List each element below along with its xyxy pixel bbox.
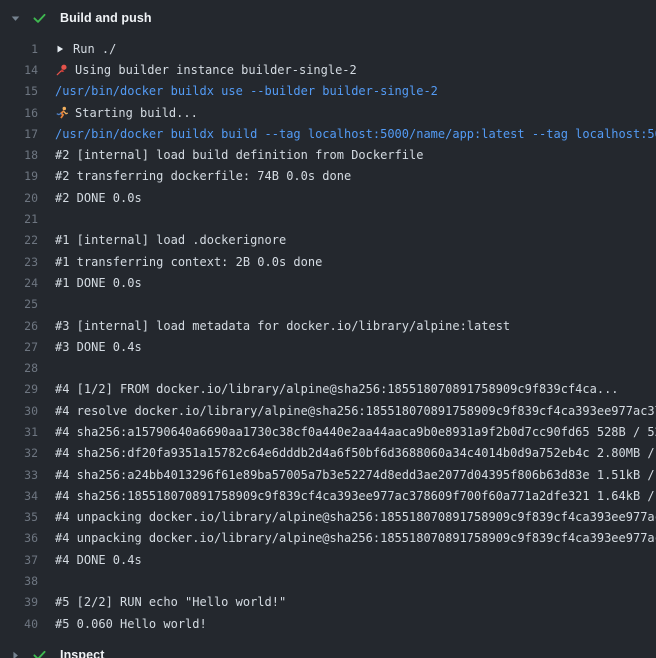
line-number-link[interactable]: 37 [12,553,38,567]
line-number-link[interactable]: 38 [12,574,38,588]
log-line: 16 Starting build... [0,102,656,123]
line-number-link[interactable]: 40 [12,617,38,631]
log-text: #2 [internal] load build definition from… [55,148,423,162]
workflow-log-viewer: Build and push 1 Run ./ 14 Using builder… [0,0,656,658]
log-text: #3 DONE 0.4s [55,340,142,354]
log-line-command: 15 /usr/bin/docker buildx use --builder … [0,81,656,102]
line-number-link[interactable]: 39 [12,595,38,609]
line-number-link[interactable]: 27 [12,340,38,354]
chevron-right-icon[interactable] [10,650,21,658]
log-line: 30 #4 resolve docker.io/library/alpine@s… [0,400,656,421]
log-line-command: 17 /usr/bin/docker buildx build --tag lo… [0,123,656,144]
log-line: 31 #4 sha256:a15790640a6690aa1730c38cf0a… [0,421,656,442]
log-text: #4 sha256:df20fa9351a15782c64e6dddb2d4a6… [55,446,656,460]
line-number-link[interactable]: 16 [12,106,38,120]
line-number-link[interactable]: 34 [12,489,38,503]
runner-icon [55,106,69,120]
log-line: 26 #3 [internal] load metadata for docke… [0,315,656,336]
log-line: 40 #5 0.060 Hello world! [0,613,656,634]
line-number-link[interactable]: 22 [12,233,38,247]
line-number-link[interactable]: 20 [12,191,38,205]
section-title: Build and push [60,11,152,25]
log-line: 35 #4 unpacking docker.io/library/alpine… [0,507,656,528]
log-text: #4 sha256:a24bb4013296f61e89ba57005a7b3e… [55,468,656,482]
log-text: #4 unpacking docker.io/library/alpine@sh… [55,510,656,524]
section-header-inspect[interactable]: Inspect [0,642,656,658]
log-line: 37 #4 DONE 0.4s [0,549,656,570]
log-text: #1 transferring context: 2B 0.0s done [55,255,322,269]
log-line: 33 #4 sha256:a24bb4013296f61e89ba57005a7… [0,464,656,485]
chevron-down-icon[interactable] [10,13,21,24]
log-line-empty: 28 [0,357,656,378]
log-line: 20 #2 DONE 0.0s [0,187,656,208]
log-line: 39 #5 [2/2] RUN echo "Hello world!" [0,592,656,613]
log-text: #4 unpacking docker.io/library/alpine@sh… [55,531,656,545]
line-number-link[interactable]: 35 [12,510,38,524]
log-text: /usr/bin/docker buildx use --builder bui… [55,84,438,98]
check-success-icon [32,11,47,26]
line-number-link[interactable]: 30 [12,404,38,418]
line-number-link[interactable]: 14 [12,63,38,77]
log-line: 19 #2 transferring dockerfile: 74B 0.0s … [0,166,656,187]
log-text: Using builder instance builder-single-2 [75,63,357,77]
line-number-link[interactable]: 28 [12,361,38,375]
line-number-link[interactable]: 19 [12,169,38,183]
line-number-link[interactable]: 15 [12,84,38,98]
log-line: 22 #1 [internal] load .dockerignore [0,230,656,251]
log-line: 18 #2 [internal] load build definition f… [0,144,656,165]
log-text: #1 DONE 0.0s [55,276,142,290]
check-success-icon [32,648,47,658]
line-number-link[interactable]: 25 [12,297,38,311]
log-line-empty: 25 [0,294,656,315]
log-text: #2 transferring dockerfile: 74B 0.0s don… [55,169,351,183]
line-number-link[interactable]: 21 [12,212,38,226]
line-number-link[interactable]: 33 [12,468,38,482]
pushpin-icon [55,63,69,77]
log-text: Starting build... [75,106,198,120]
line-number-link[interactable]: 17 [12,127,38,141]
log-text: /usr/bin/docker buildx build --tag local… [55,127,656,141]
line-number-link[interactable]: 1 [12,42,38,56]
log-line: 36 #4 unpacking docker.io/library/alpine… [0,528,656,549]
log-line-empty: 21 [0,208,656,229]
log-text: #4 DONE 0.4s [55,553,142,567]
play-caret-icon[interactable] [55,43,65,55]
log-text: #5 [2/2] RUN echo "Hello world!" [55,595,286,609]
log-text: #4 [1/2] FROM docker.io/library/alpine@s… [55,382,619,396]
log-line: 14 Using builder instance builder-single… [0,59,656,80]
line-number-link[interactable]: 18 [12,148,38,162]
log-text: #4 sha256:a15790640a6690aa1730c38cf0a440… [55,425,656,439]
log-text: #1 [internal] load .dockerignore [55,233,286,247]
log-text: #4 sha256:185518070891758909c9f839cf4ca3… [55,489,656,503]
log-text: #4 resolve docker.io/library/alpine@sha2… [55,404,656,418]
log-line: 34 #4 sha256:185518070891758909c9f839cf4… [0,485,656,506]
log-text: #3 [internal] load metadata for docker.i… [55,319,510,333]
line-number-link[interactable]: 29 [12,382,38,396]
line-number-link[interactable]: 26 [12,319,38,333]
log-text: #5 0.060 Hello world! [55,617,207,631]
log-line: 23 #1 transferring context: 2B 0.0s done [0,251,656,272]
log-line: 29 #4 [1/2] FROM docker.io/library/alpin… [0,379,656,400]
line-number-link[interactable]: 31 [12,425,38,439]
log-lines-build-and-push: 1 Run ./ 14 Using builder instance build… [0,38,656,634]
line-number-link[interactable]: 23 [12,255,38,269]
line-number-link[interactable]: 24 [12,276,38,290]
log-text: Run ./ [73,42,116,56]
log-line: 27 #3 DONE 0.4s [0,336,656,357]
log-text: #2 DONE 0.0s [55,191,142,205]
section-title: Inspect [60,648,104,658]
section-header-build-and-push[interactable]: Build and push [0,5,656,31]
log-line: 32 #4 sha256:df20fa9351a15782c64e6dddb2d… [0,443,656,464]
log-line-empty: 38 [0,570,656,591]
log-line: 24 #1 DONE 0.0s [0,272,656,293]
line-number-link[interactable]: 32 [12,446,38,460]
log-line: 1 Run ./ [0,38,656,59]
line-number-link[interactable]: 36 [12,531,38,545]
